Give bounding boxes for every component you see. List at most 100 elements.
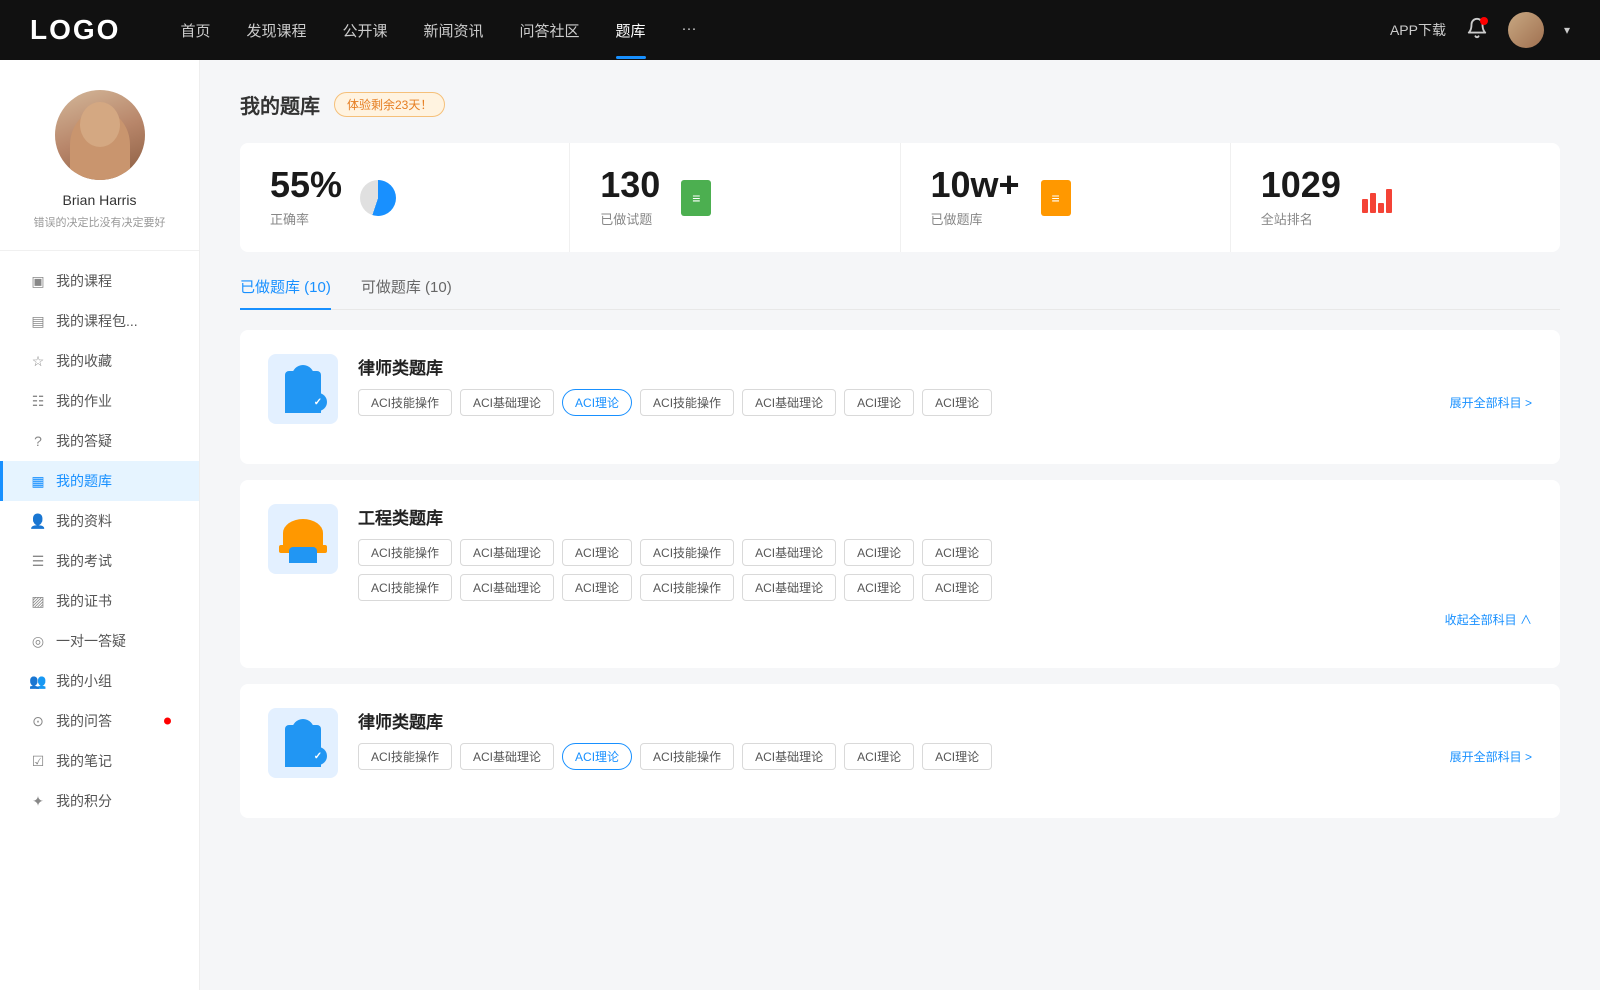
menu-item-label: 我的资料 bbox=[56, 511, 112, 531]
logo[interactable]: LOGO bbox=[30, 14, 120, 46]
menu-item-label: 我的答疑 bbox=[56, 431, 112, 451]
navbar-right: APP下载 ▾ bbox=[1390, 12, 1570, 48]
tag-5[interactable]: ACI理论 bbox=[844, 389, 914, 416]
profile-motto: 错误的决定比没有决定要好 bbox=[20, 214, 179, 230]
notification-dot bbox=[1480, 17, 1488, 25]
menu-item-label: 我的笔记 bbox=[56, 751, 112, 771]
tag-1[interactable]: ACI基础理论 bbox=[460, 539, 554, 566]
stat-text: 55% 正确率 bbox=[270, 167, 342, 228]
nav-item-题库[interactable]: 题库 bbox=[616, 20, 646, 41]
qbank-title: 律师类题库 bbox=[358, 354, 1532, 379]
sidebar-item-我的考试[interactable]: ☰我的考试 bbox=[0, 541, 199, 581]
tag-row2-6[interactable]: ACI理论 bbox=[922, 574, 992, 601]
tag-2[interactable]: ACI理论 bbox=[562, 539, 632, 566]
tag-4[interactable]: ACI基础理论 bbox=[742, 539, 836, 566]
person-check-icon: ✓ bbox=[268, 354, 338, 424]
nav-item-发现课程[interactable]: 发现课程 bbox=[246, 20, 306, 41]
collapse-link[interactable]: 收起全部科目 ∧ bbox=[358, 611, 1532, 628]
tag-row2-5[interactable]: ACI理论 bbox=[844, 574, 914, 601]
stat-item-1: 130 已做试题 bbox=[570, 143, 900, 252]
tab-item-0[interactable]: 已做题库 (10) bbox=[240, 276, 331, 309]
sidebar-item-我的小组[interactable]: 👥 我的小组 bbox=[0, 661, 199, 701]
tag-5[interactable]: ACI理论 bbox=[844, 539, 914, 566]
notification-bell[interactable] bbox=[1466, 17, 1488, 44]
file-icon: ▣ bbox=[30, 273, 46, 289]
tag-row2-3[interactable]: ACI技能操作 bbox=[640, 574, 734, 601]
expand-link[interactable]: 展开全部科目 > bbox=[1450, 748, 1532, 765]
question-icon: ? bbox=[30, 433, 46, 449]
tag-3[interactable]: ACI技能操作 bbox=[640, 539, 734, 566]
tag-row2-0[interactable]: ACI技能操作 bbox=[358, 574, 452, 601]
qbank-content: 工程类题库 ACI技能操作ACI基础理论ACI理论ACI技能操作ACI基础理论A… bbox=[358, 504, 1532, 628]
sidebar-item-我的积分[interactable]: ✦我的积分 bbox=[0, 781, 199, 821]
sidebar-item-我的作业[interactable]: ☷我的作业 bbox=[0, 381, 199, 421]
page-wrapper: Brian Harris 错误的决定比没有决定要好 ▣我的课程▤我的课程包...… bbox=[0, 60, 1600, 990]
sidebar-item-我的资料[interactable]: 👤 我的资料 bbox=[0, 501, 199, 541]
profile-name: Brian Harris bbox=[20, 192, 179, 208]
menu-item-label: 我的小组 bbox=[56, 671, 112, 691]
tags-row2: ACI技能操作 ACI基础理论 ACI理论 ACI技能操作 ACI基础理论 ACI理论 AC… bbox=[358, 574, 1532, 601]
qbank-list: ✓ 律师类题库 ACI技能操作 ACI基础理论 ACI理论 ACI技能操作 ACI基础理… bbox=[240, 330, 1560, 818]
stat-number: 1029 bbox=[1261, 167, 1341, 203]
sidebar-profile: Brian Harris 错误的决定比没有决定要好 bbox=[0, 90, 199, 251]
trial-badge: 体验剩余23天！ bbox=[334, 92, 445, 117]
menu-item-label: 我的问答 bbox=[56, 711, 112, 731]
sidebar-item-我的问答[interactable]: ⊙我的问答 bbox=[0, 701, 199, 741]
nav-item-公开课[interactable]: 公开课 bbox=[342, 20, 387, 41]
menu-item-label: 我的证书 bbox=[56, 591, 112, 611]
nav-item-首页[interactable]: 首页 bbox=[180, 20, 210, 41]
main-content: 我的题库 体验剩余23天！ 55% 正确率 130 已做试题 10w+ 已做题库… bbox=[200, 60, 1600, 990]
tag-1[interactable]: ACI基础理论 bbox=[460, 389, 554, 416]
expand-link[interactable]: 展开全部科目 > bbox=[1450, 394, 1532, 411]
sidebar-item-我的证书[interactable]: ▨我的证书 bbox=[0, 581, 199, 621]
sidebar-item-我的收藏[interactable]: ☆我的收藏 bbox=[0, 341, 199, 381]
qbank-title: 律师类题库 bbox=[358, 708, 1532, 733]
tag-5[interactable]: ACI理论 bbox=[844, 743, 914, 770]
sidebar-item-我的题库[interactable]: ▦我的题库 bbox=[0, 461, 199, 501]
helmet-icon bbox=[268, 504, 338, 574]
tag-2[interactable]: ACI理论 bbox=[562, 743, 632, 770]
note-icon: ☑ bbox=[30, 753, 46, 769]
score-icon: ✦ bbox=[30, 793, 46, 809]
tag-0[interactable]: ACI技能操作 bbox=[358, 389, 452, 416]
group-icon: 👥 bbox=[30, 673, 46, 689]
stat-number: 10w+ bbox=[931, 167, 1020, 203]
tag-1[interactable]: ACI基础理论 bbox=[460, 743, 554, 770]
grid-icon: ▦ bbox=[30, 473, 46, 489]
page-title: 我的题库 bbox=[240, 90, 320, 119]
sidebar-item-我的答疑[interactable]: ? 我的答疑 bbox=[0, 421, 199, 461]
sidebar-item-我的课程包...[interactable]: ▤我的课程包... bbox=[0, 301, 199, 341]
people-icon: 👤 bbox=[30, 513, 46, 529]
tag-4[interactable]: ACI基础理论 bbox=[742, 389, 836, 416]
sidebar-item-一对一答疑[interactable]: ◎一对一答疑 bbox=[0, 621, 199, 661]
qbank-header: ✓ 律师类题库 ACI技能操作ACI基础理论ACI理论ACI技能操作ACI基础理… bbox=[268, 708, 1532, 778]
tag-4[interactable]: ACI基础理论 bbox=[742, 743, 836, 770]
tab-item-1[interactable]: 可做题库 (10) bbox=[361, 276, 452, 309]
avatar[interactable] bbox=[1508, 12, 1544, 48]
chevron-down-icon[interactable]: ▾ bbox=[1564, 23, 1570, 37]
tag-3[interactable]: ACI技能操作 bbox=[640, 389, 734, 416]
nav-item-新闻资讯[interactable]: 新闻资讯 bbox=[424, 20, 484, 41]
stat-label: 正确率 bbox=[270, 209, 342, 228]
nav-item-···[interactable]: ··· bbox=[682, 20, 697, 41]
qbank-card-0: ✓ 律师类题库 ACI技能操作 ACI基础理论 ACI理论 ACI技能操作 ACI基础理… bbox=[240, 330, 1560, 464]
tag-3[interactable]: ACI技能操作 bbox=[640, 743, 734, 770]
nav-item-问答社区[interactable]: 问答社区 bbox=[520, 20, 580, 41]
tag-row2-2[interactable]: ACI理论 bbox=[562, 574, 632, 601]
sidebar-item-我的课程[interactable]: ▣我的课程 bbox=[0, 261, 199, 301]
tag-2[interactable]: ACI理论 bbox=[562, 389, 632, 416]
sidebar-item-我的笔记[interactable]: ☑ 我的笔记 bbox=[0, 741, 199, 781]
stats-row: 55% 正确率 130 已做试题 10w+ 已做题库 1029 全站排名 bbox=[240, 143, 1560, 252]
tag-0[interactable]: ACI技能操作 bbox=[358, 539, 452, 566]
stat-item-3: 1029 全站排名 bbox=[1231, 143, 1560, 252]
tag-6[interactable]: ACI理论 bbox=[922, 389, 992, 416]
tag-row2-4[interactable]: ACI基础理论 bbox=[742, 574, 836, 601]
tag-0[interactable]: ACI技能操作 bbox=[358, 743, 452, 770]
sidebar-menu: ▣我的课程▤我的课程包...☆我的收藏☷我的作业? 我的答疑 ▦我的题库 👤 我的资料 ☰… bbox=[0, 251, 199, 831]
tag-6[interactable]: ACI理论 bbox=[922, 539, 992, 566]
app-download-button[interactable]: APP下载 bbox=[1390, 20, 1446, 40]
tag-6[interactable]: ACI理论 bbox=[922, 743, 992, 770]
menu-item-label: 我的收藏 bbox=[56, 351, 112, 371]
tag-row2-1[interactable]: ACI基础理论 bbox=[460, 574, 554, 601]
paper-icon: ☰ bbox=[30, 553, 46, 569]
